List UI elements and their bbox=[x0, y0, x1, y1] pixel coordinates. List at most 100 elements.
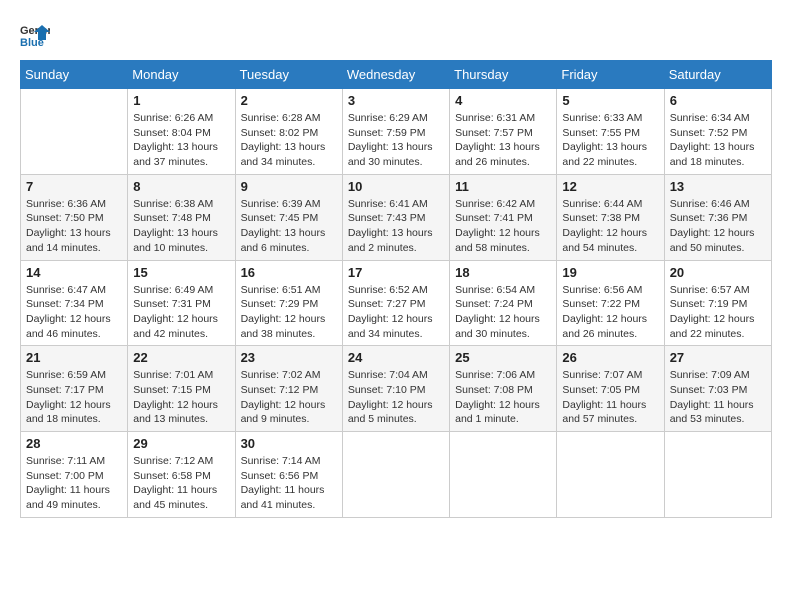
day-info: Sunrise: 6:49 AM Sunset: 7:31 PM Dayligh… bbox=[133, 283, 229, 342]
day-number: 1 bbox=[133, 93, 229, 108]
day-number: 2 bbox=[241, 93, 337, 108]
col-header-wednesday: Wednesday bbox=[342, 61, 449, 89]
logo: General Blue bbox=[20, 20, 50, 50]
day-number: 27 bbox=[670, 350, 766, 365]
calendar-cell: 5 Sunrise: 6:33 AM Sunset: 7:55 PM Daylig… bbox=[557, 89, 664, 175]
day-number: 10 bbox=[348, 179, 444, 194]
calendar-cell: 12 Sunrise: 6:44 AM Sunset: 7:38 PM Dayli… bbox=[557, 174, 664, 260]
calendar-cell: 21 Sunrise: 6:59 AM Sunset: 7:17 PM Dayli… bbox=[21, 346, 128, 432]
calendar-table: SundayMondayTuesdayWednesdayThursdayFrid… bbox=[20, 60, 772, 518]
day-info: Sunrise: 6:57 AM Sunset: 7:19 PM Dayligh… bbox=[670, 283, 766, 342]
col-header-sunday: Sunday bbox=[21, 61, 128, 89]
day-info: Sunrise: 7:06 AM Sunset: 7:08 PM Dayligh… bbox=[455, 368, 551, 427]
day-number: 11 bbox=[455, 179, 551, 194]
day-number: 18 bbox=[455, 265, 551, 280]
day-number: 21 bbox=[26, 350, 122, 365]
day-info: Sunrise: 6:59 AM Sunset: 7:17 PM Dayligh… bbox=[26, 368, 122, 427]
day-number: 24 bbox=[348, 350, 444, 365]
day-info: Sunrise: 6:41 AM Sunset: 7:43 PM Dayligh… bbox=[348, 197, 444, 256]
calendar-cell: 4 Sunrise: 6:31 AM Sunset: 7:57 PM Daylig… bbox=[450, 89, 557, 175]
day-number: 13 bbox=[670, 179, 766, 194]
day-info: Sunrise: 7:14 AM Sunset: 6:56 PM Dayligh… bbox=[241, 454, 337, 513]
day-info: Sunrise: 6:39 AM Sunset: 7:45 PM Dayligh… bbox=[241, 197, 337, 256]
calendar-cell: 11 Sunrise: 6:42 AM Sunset: 7:41 PM Dayli… bbox=[450, 174, 557, 260]
calendar-cell: 10 Sunrise: 6:41 AM Sunset: 7:43 PM Dayli… bbox=[342, 174, 449, 260]
calendar-cell bbox=[557, 432, 664, 518]
calendar-cell bbox=[342, 432, 449, 518]
day-number: 15 bbox=[133, 265, 229, 280]
day-number: 5 bbox=[562, 93, 658, 108]
calendar-cell: 7 Sunrise: 6:36 AM Sunset: 7:50 PM Daylig… bbox=[21, 174, 128, 260]
calendar-cell: 29 Sunrise: 7:12 AM Sunset: 6:58 PM Dayli… bbox=[128, 432, 235, 518]
day-number: 12 bbox=[562, 179, 658, 194]
day-info: Sunrise: 6:33 AM Sunset: 7:55 PM Dayligh… bbox=[562, 111, 658, 170]
day-info: Sunrise: 7:01 AM Sunset: 7:15 PM Dayligh… bbox=[133, 368, 229, 427]
calendar-cell: 28 Sunrise: 7:11 AM Sunset: 7:00 PM Dayli… bbox=[21, 432, 128, 518]
col-header-saturday: Saturday bbox=[664, 61, 771, 89]
day-info: Sunrise: 6:47 AM Sunset: 7:34 PM Dayligh… bbox=[26, 283, 122, 342]
day-info: Sunrise: 6:42 AM Sunset: 7:41 PM Dayligh… bbox=[455, 197, 551, 256]
day-info: Sunrise: 7:02 AM Sunset: 7:12 PM Dayligh… bbox=[241, 368, 337, 427]
day-number: 26 bbox=[562, 350, 658, 365]
day-number: 6 bbox=[670, 93, 766, 108]
calendar-cell: 26 Sunrise: 7:07 AM Sunset: 7:05 PM Dayli… bbox=[557, 346, 664, 432]
calendar-cell: 20 Sunrise: 6:57 AM Sunset: 7:19 PM Dayli… bbox=[664, 260, 771, 346]
day-info: Sunrise: 6:56 AM Sunset: 7:22 PM Dayligh… bbox=[562, 283, 658, 342]
calendar-cell: 17 Sunrise: 6:52 AM Sunset: 7:27 PM Dayli… bbox=[342, 260, 449, 346]
col-header-friday: Friday bbox=[557, 61, 664, 89]
logo-icon: General Blue bbox=[20, 20, 50, 50]
calendar-cell: 18 Sunrise: 6:54 AM Sunset: 7:24 PM Dayli… bbox=[450, 260, 557, 346]
calendar-cell bbox=[21, 89, 128, 175]
day-number: 22 bbox=[133, 350, 229, 365]
col-header-monday: Monday bbox=[128, 61, 235, 89]
calendar-cell: 13Sunrise: 6:46 AM Sunset: 7:36 PM Dayli… bbox=[664, 174, 771, 260]
day-info: Sunrise: 7:04 AM Sunset: 7:10 PM Dayligh… bbox=[348, 368, 444, 427]
day-number: 19 bbox=[562, 265, 658, 280]
day-info: Sunrise: 6:26 AM Sunset: 8:04 PM Dayligh… bbox=[133, 111, 229, 170]
calendar-cell: 25 Sunrise: 7:06 AM Sunset: 7:08 PM Dayli… bbox=[450, 346, 557, 432]
calendar-cell: 9 Sunrise: 6:39 AM Sunset: 7:45 PM Daylig… bbox=[235, 174, 342, 260]
day-number: 17 bbox=[348, 265, 444, 280]
calendar-cell: 15 Sunrise: 6:49 AM Sunset: 7:31 PM Dayli… bbox=[128, 260, 235, 346]
day-number: 3 bbox=[348, 93, 444, 108]
col-header-thursday: Thursday bbox=[450, 61, 557, 89]
day-info: Sunrise: 6:51 AM Sunset: 7:29 PM Dayligh… bbox=[241, 283, 337, 342]
day-info: Sunrise: 7:07 AM Sunset: 7:05 PM Dayligh… bbox=[562, 368, 658, 427]
calendar-cell: 23 Sunrise: 7:02 AM Sunset: 7:12 PM Dayli… bbox=[235, 346, 342, 432]
calendar-cell: 30 Sunrise: 7:14 AM Sunset: 6:56 PM Dayli… bbox=[235, 432, 342, 518]
day-number: 25 bbox=[455, 350, 551, 365]
day-info: Sunrise: 7:09 AM Sunset: 7:03 PM Dayligh… bbox=[670, 368, 766, 427]
day-info: Sunrise: 6:52 AM Sunset: 7:27 PM Dayligh… bbox=[348, 283, 444, 342]
col-header-tuesday: Tuesday bbox=[235, 61, 342, 89]
day-number: 20 bbox=[670, 265, 766, 280]
day-number: 28 bbox=[26, 436, 122, 451]
calendar-cell: 24 Sunrise: 7:04 AM Sunset: 7:10 PM Dayli… bbox=[342, 346, 449, 432]
day-info: Sunrise: 6:36 AM Sunset: 7:50 PM Dayligh… bbox=[26, 197, 122, 256]
day-info: Sunrise: 6:34 AM Sunset: 7:52 PM Dayligh… bbox=[670, 111, 766, 170]
calendar-cell: 14 Sunrise: 6:47 AM Sunset: 7:34 PM Dayli… bbox=[21, 260, 128, 346]
calendar-cell: 1 Sunrise: 6:26 AM Sunset: 8:04 PM Daylig… bbox=[128, 89, 235, 175]
calendar-cell: 3Sunrise: 6:29 AM Sunset: 7:59 PM Daylig… bbox=[342, 89, 449, 175]
day-number: 9 bbox=[241, 179, 337, 194]
day-number: 14 bbox=[26, 265, 122, 280]
day-info: Sunrise: 6:31 AM Sunset: 7:57 PM Dayligh… bbox=[455, 111, 551, 170]
day-number: 30 bbox=[241, 436, 337, 451]
day-number: 29 bbox=[133, 436, 229, 451]
day-number: 23 bbox=[241, 350, 337, 365]
day-info: Sunrise: 7:12 AM Sunset: 6:58 PM Dayligh… bbox=[133, 454, 229, 513]
calendar-cell: 27 Sunrise: 7:09 AM Sunset: 7:03 PM Dayli… bbox=[664, 346, 771, 432]
calendar-cell: 8 Sunrise: 6:38 AM Sunset: 7:48 PM Daylig… bbox=[128, 174, 235, 260]
day-info: Sunrise: 6:44 AM Sunset: 7:38 PM Dayligh… bbox=[562, 197, 658, 256]
day-number: 16 bbox=[241, 265, 337, 280]
calendar-cell: 22 Sunrise: 7:01 AM Sunset: 7:15 PM Dayli… bbox=[128, 346, 235, 432]
day-info: Sunrise: 6:38 AM Sunset: 7:48 PM Dayligh… bbox=[133, 197, 229, 256]
day-info: Sunrise: 6:54 AM Sunset: 7:24 PM Dayligh… bbox=[455, 283, 551, 342]
calendar-cell bbox=[450, 432, 557, 518]
calendar-cell: 6 Sunrise: 6:34 AM Sunset: 7:52 PM Daylig… bbox=[664, 89, 771, 175]
day-number: 7 bbox=[26, 179, 122, 194]
calendar-cell: 2Sunrise: 6:28 AM Sunset: 8:02 PM Daylig… bbox=[235, 89, 342, 175]
day-number: 8 bbox=[133, 179, 229, 194]
day-number: 4 bbox=[455, 93, 551, 108]
calendar-cell: 16 Sunrise: 6:51 AM Sunset: 7:29 PM Dayli… bbox=[235, 260, 342, 346]
day-info: Sunrise: 7:11 AM Sunset: 7:00 PM Dayligh… bbox=[26, 454, 122, 513]
